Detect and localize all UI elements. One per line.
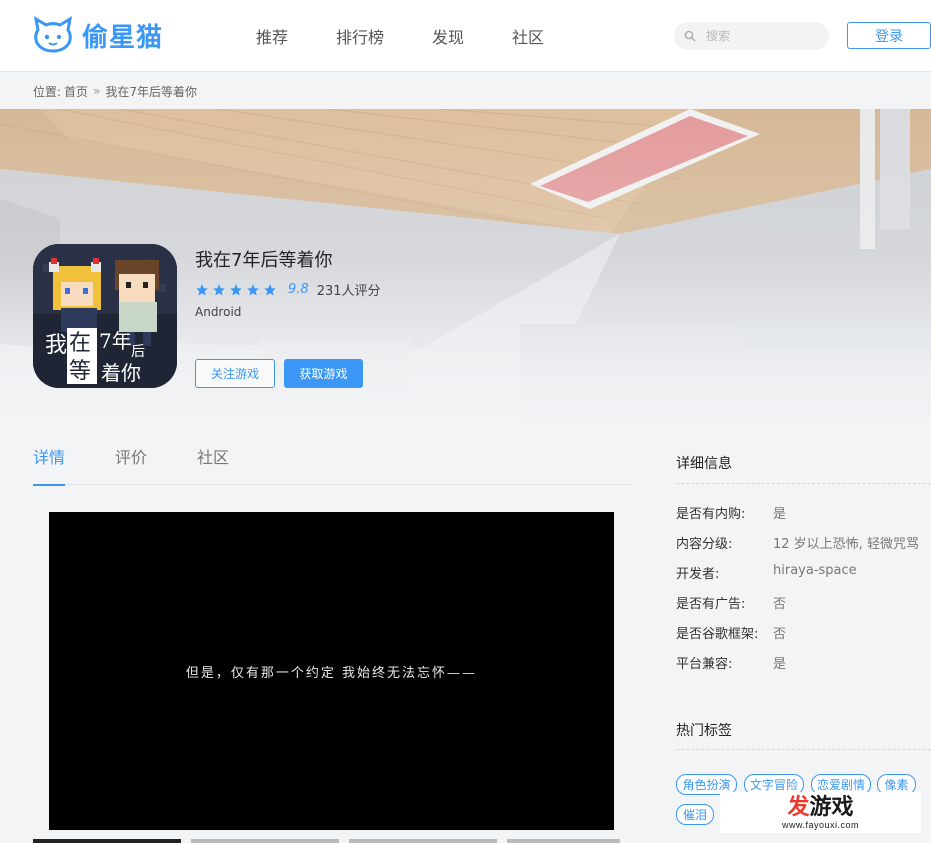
video-caption: 但是，仅有那一个约定 我始终无法忘怀—— bbox=[185, 665, 478, 681]
star-icon bbox=[247, 283, 259, 296]
search-icon bbox=[684, 30, 696, 42]
info-row-rating: 内容分级: 12 岁以上恐怖, 轻微咒骂 bbox=[676, 533, 919, 552]
icon-text-4: 后 bbox=[131, 344, 145, 360]
icon-text-2: 在 bbox=[69, 331, 91, 356]
star-icon bbox=[264, 283, 276, 296]
icon-text-3: 7年 bbox=[99, 329, 132, 353]
thumbnail-4[interactable] bbox=[507, 839, 620, 843]
game-title: 我在7年后等着你 bbox=[195, 250, 333, 271]
icon-text-6: 着你 bbox=[101, 361, 141, 385]
login-button[interactable]: 登录 bbox=[847, 22, 931, 49]
search-box[interactable] bbox=[674, 22, 829, 50]
watermark-title: 发游戏 bbox=[787, 794, 854, 820]
star-icon bbox=[213, 283, 225, 296]
info-value: 是 bbox=[773, 507, 787, 522]
nav-recommend[interactable]: 推荐 bbox=[256, 24, 288, 48]
tab-reviews[interactable]: 评价 bbox=[115, 436, 147, 485]
details-title: 详细信息 bbox=[676, 456, 732, 472]
breadcrumb-home[interactable]: 首页 bbox=[64, 83, 88, 100]
info-label: 是否谷歌框架: bbox=[676, 627, 759, 642]
tags-title: 热门标签 bbox=[676, 723, 732, 739]
info-value: 是 bbox=[773, 657, 787, 672]
tab-community[interactable]: 社区 bbox=[197, 436, 229, 485]
info-label: 内容分级: bbox=[676, 537, 733, 552]
rating-score: 9.8 bbox=[288, 282, 309, 297]
info-label: 开发者: bbox=[676, 567, 720, 582]
star-icon bbox=[230, 283, 242, 296]
thumbnail-3[interactable] bbox=[349, 839, 497, 843]
nav-community[interactable]: 社区 bbox=[512, 24, 544, 48]
nav-discover[interactable]: 发现 bbox=[432, 24, 464, 48]
thumbnail-2[interactable] bbox=[191, 839, 339, 843]
top-header: 偷星猫 推荐 排行榜 发现 社区 登录 bbox=[0, 0, 931, 72]
site-logo[interactable]: 偷星猫 bbox=[32, 16, 163, 54]
info-label: 平台兼容: bbox=[676, 657, 733, 672]
details-divider bbox=[676, 483, 931, 484]
logo-text: 偷星猫 bbox=[82, 22, 164, 53]
watermark-url: www.fayouxi.com bbox=[781, 819, 860, 830]
info-value: hiraya-space bbox=[773, 563, 857, 578]
follow-game-button[interactable]: 关注游戏 bbox=[195, 359, 275, 388]
screenshot-thumbnails bbox=[33, 839, 630, 843]
info-label: 是否有内购: bbox=[676, 507, 746, 522]
rating-count: 231人评分 bbox=[316, 284, 381, 299]
icon-text-5: 等 bbox=[69, 359, 91, 384]
info-row-compat: 平台兼容: 是 bbox=[676, 653, 786, 672]
rating-stars bbox=[195, 283, 280, 297]
info-row-ads: 是否有广告: 否 bbox=[676, 593, 786, 612]
game-platform: Android bbox=[195, 305, 242, 319]
breadcrumb-separator: » bbox=[93, 84, 101, 98]
game-video-player[interactable]: 但是，仅有那一个约定 我始终无法忘怀—— bbox=[49, 512, 614, 830]
cat-logo-icon bbox=[33, 16, 73, 53]
breadcrumb-current: 我在7年后等着你 bbox=[105, 84, 198, 99]
star-icon bbox=[196, 283, 208, 296]
game-cover-icon: 我 在 7年 后 等 着你 bbox=[33, 244, 177, 388]
info-row-google: 是否谷歌框架: 否 bbox=[676, 623, 786, 642]
tag-item[interactable]: 催泪 bbox=[676, 804, 714, 825]
info-row-developer: 开发者: hiraya-space bbox=[676, 563, 857, 582]
detail-tabs: 详情 评价 社区 bbox=[33, 436, 630, 486]
nav-ranking[interactable]: 排行榜 bbox=[336, 24, 384, 48]
thumbnail-1[interactable] bbox=[33, 839, 181, 843]
info-value: 否 bbox=[773, 597, 787, 612]
breadcrumb: 位置: 首页 » 我在7年后等着你 bbox=[0, 73, 931, 109]
info-label: 是否有广告: bbox=[676, 597, 746, 612]
tags-divider bbox=[676, 749, 931, 750]
watermark-title-rest: 游戏 bbox=[809, 794, 854, 820]
search-input[interactable] bbox=[706, 29, 816, 43]
icon-text-1: 我 bbox=[45, 333, 67, 358]
breadcrumb-prefix: 位置: bbox=[33, 84, 62, 99]
info-row-iap: 是否有内购: 是 bbox=[676, 503, 786, 522]
info-value: 否 bbox=[773, 627, 787, 642]
info-value: 12 岁以上恐怖, 轻微咒骂 bbox=[773, 537, 919, 552]
watermark-title-first: 发 bbox=[787, 794, 810, 820]
game-icon: 我 在 7年 后 等 着你 bbox=[33, 244, 177, 388]
game-rating: 9.8 231人评分 bbox=[195, 280, 381, 299]
get-game-button[interactable]: 获取游戏 bbox=[284, 359, 363, 388]
main-nav: 推荐 排行榜 发现 社区 bbox=[256, 24, 592, 48]
watermark: 发游戏 www.fayouxi.com bbox=[720, 792, 921, 833]
tab-details[interactable]: 详情 bbox=[33, 436, 66, 486]
